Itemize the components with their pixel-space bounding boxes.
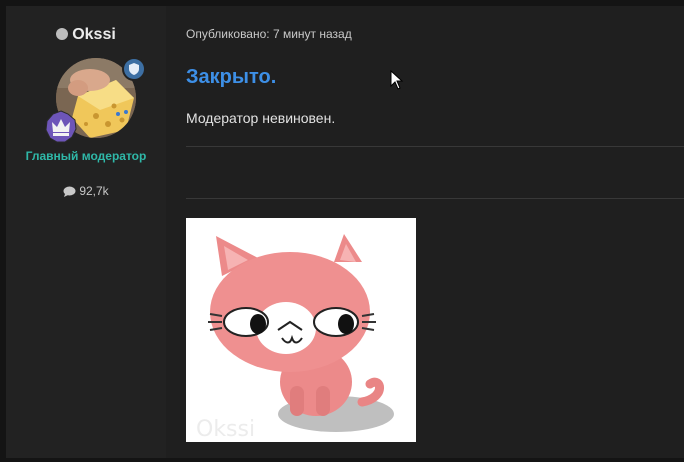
crown-badge-icon (44, 110, 78, 144)
username[interactable]: Okssi (72, 26, 116, 43)
speech-bubble-icon (63, 186, 76, 200)
username-row[interactable]: Okssi (6, 26, 166, 44)
user-sidebar: Okssi Главный модератор 92,7k (6, 6, 166, 458)
cat-image[interactable]: Okssi (186, 218, 416, 442)
divider (186, 198, 684, 199)
user-role[interactable]: Главный модератор (6, 149, 166, 163)
window-bottom-edge (0, 458, 684, 462)
shield-badge-icon (122, 57, 146, 81)
post-body: Модератор невиновен. (186, 110, 336, 126)
message-count-value: 92,7k (79, 184, 109, 198)
mouse-cursor-icon (390, 69, 404, 90)
message-count: 92,7k (6, 184, 166, 200)
post-title: Закрыто. (186, 66, 277, 88)
divider (186, 146, 684, 147)
post-meta[interactable]: Опубликовано: 7 минут назад (186, 27, 352, 41)
status-dot-icon (56, 28, 69, 40)
post-content: Опубликовано: 7 минут назад Закрыто. Мод… (166, 6, 684, 458)
svg-text:Okssi: Okssi (196, 417, 255, 442)
